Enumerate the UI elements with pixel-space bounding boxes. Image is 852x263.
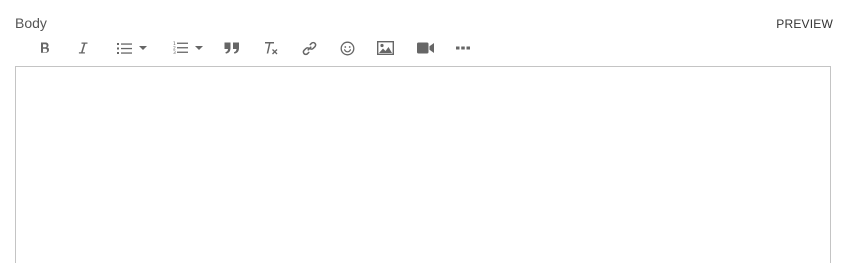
clear-formatting-button[interactable] bbox=[261, 36, 281, 60]
bold-icon bbox=[39, 41, 51, 55]
image-icon bbox=[376, 41, 394, 55]
clear-formatting-icon bbox=[263, 41, 279, 55]
bulleted-list-icon bbox=[117, 42, 132, 55]
link-button[interactable] bbox=[299, 36, 319, 60]
italic-icon bbox=[77, 41, 89, 55]
blockquote-icon bbox=[224, 42, 240, 54]
numbered-list-button[interactable]: 1 2 3 bbox=[169, 36, 207, 60]
markdown-editor: Body PREVIEW 1 2 3 bbox=[0, 0, 852, 263]
italic-button[interactable] bbox=[73, 36, 93, 60]
body-textarea[interactable] bbox=[15, 66, 831, 263]
more-icon bbox=[456, 46, 470, 50]
emoji-icon bbox=[340, 41, 355, 56]
numbered-list-icon: 1 2 3 bbox=[173, 41, 188, 55]
chevron-down-icon bbox=[139, 46, 147, 50]
link-icon bbox=[302, 41, 317, 56]
more-button[interactable] bbox=[453, 36, 473, 60]
emoji-button[interactable] bbox=[337, 36, 357, 60]
bold-button[interactable] bbox=[35, 36, 55, 60]
field-label: Body bbox=[15, 15, 47, 31]
preview-button[interactable]: PREVIEW bbox=[776, 17, 833, 31]
video-icon bbox=[416, 42, 434, 54]
svg-text:3: 3 bbox=[173, 50, 176, 55]
image-button[interactable] bbox=[375, 36, 395, 60]
formatting-toolbar: 1 2 3 bbox=[15, 36, 485, 60]
video-button[interactable] bbox=[415, 36, 435, 60]
chevron-down-icon bbox=[195, 46, 203, 50]
bulleted-list-button[interactable] bbox=[113, 36, 151, 60]
blockquote-button[interactable] bbox=[222, 36, 242, 60]
